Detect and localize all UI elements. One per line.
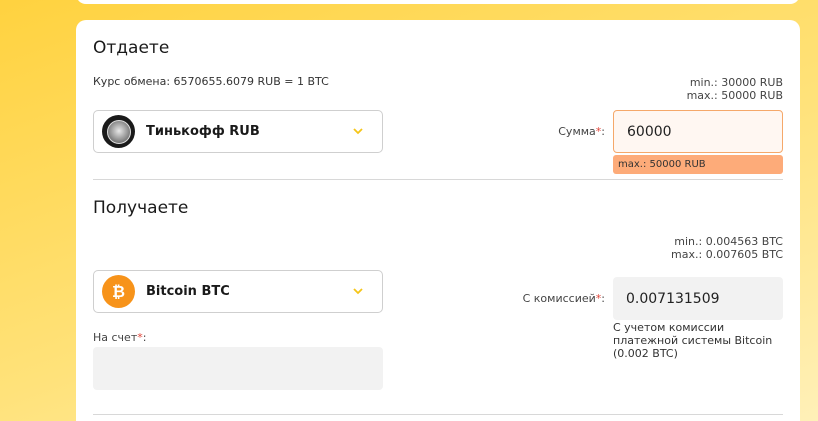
chevron-down-icon: [353, 128, 363, 135]
amount-label: Сумма*:: [558, 125, 605, 138]
receive-section-title: Получаете: [93, 198, 189, 218]
previous-card-edge: [76, 0, 800, 4]
bottom-divider: [93, 414, 783, 415]
receive-currency-select[interactable]: ₿ Bitcoin BTC: [93, 270, 383, 313]
tinkoff-logo-icon: [102, 115, 135, 148]
section-divider: [93, 179, 783, 180]
amount-input[interactable]: 60000: [613, 110, 783, 153]
receive-limits: min.: 0.004563 BTC max.: 0.007605 BTC: [671, 235, 783, 261]
give-section-title: Отдаете: [93, 38, 170, 58]
give-min: min.: 30000 RUB: [689, 76, 783, 89]
exchange-form-card: Отдаете Курс обмена: 6570655.6079 RUB = …: [76, 20, 800, 421]
fee-note: С учетом комиссии платежной системы Bitc…: [613, 321, 773, 360]
give-max: max.: 50000 RUB: [686, 89, 783, 102]
receive-min: min.: 0.004563 BTC: [674, 235, 783, 248]
bitcoin-icon: ₿: [102, 275, 135, 308]
fee-label: С комиссией*:: [522, 292, 605, 305]
receive-max: max.: 0.007605 BTC: [671, 248, 783, 261]
give-currency-label: Тинькофф RUB: [146, 124, 260, 139]
amount-error-badge: max.: 50000 RUB: [613, 155, 783, 174]
fee-amount-field[interactable]: 0.007131509: [613, 277, 783, 320]
receive-currency-label: Bitcoin BTC: [146, 284, 230, 299]
chevron-down-icon: [353, 288, 363, 295]
account-label: На счет*:: [93, 331, 147, 344]
give-limits: min.: 30000 RUB max.: 50000 RUB: [687, 76, 783, 102]
give-currency-select[interactable]: Тинькофф RUB: [93, 110, 383, 153]
account-input[interactable]: [93, 347, 383, 390]
exchange-rate: Курс обмена: 6570655.6079 RUB = 1 BTC: [93, 75, 329, 88]
